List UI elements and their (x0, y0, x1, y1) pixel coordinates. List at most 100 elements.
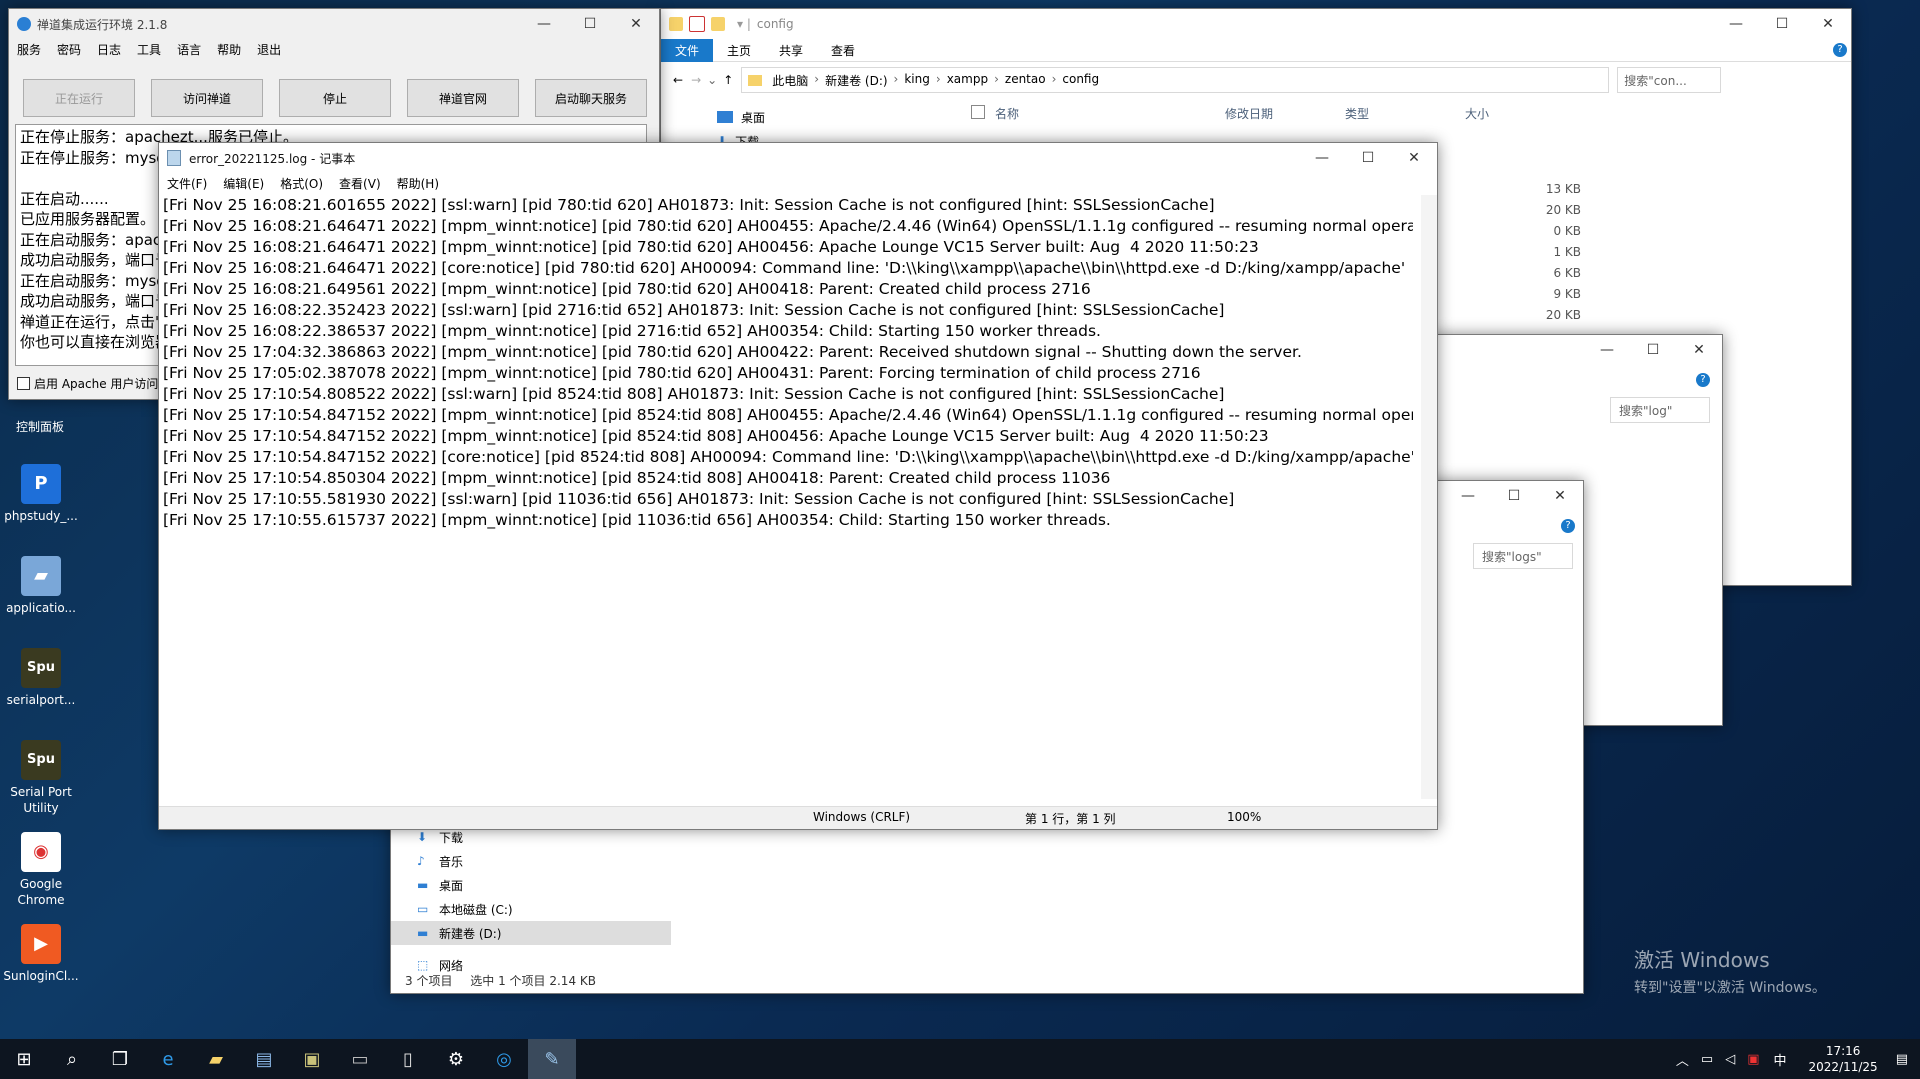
maximize-button[interactable]: ☐ (1759, 9, 1805, 39)
visit-zentao-button[interactable]: 访问禅道 (151, 79, 263, 117)
help-icon[interactable]: ? (1833, 43, 1847, 57)
chevron-right-icon: › (1051, 71, 1057, 86)
help-icon[interactable]: ? (1696, 373, 1710, 387)
app-icon[interactable]: ▣ (288, 1039, 336, 1079)
notepad-icon[interactable]: ✎ (528, 1039, 576, 1079)
address-bar[interactable]: 此电脑 › 新建卷 (D:) › king › xampp › zentao › config (741, 67, 1610, 93)
desktop-shortcut[interactable]: Spu serialport... (0, 648, 82, 708)
checkbox[interactable] (17, 377, 30, 390)
tab-share[interactable]: 共享 (765, 39, 817, 62)
terminal-icon[interactable]: ▯ (384, 1039, 432, 1079)
menu-item[interactable]: 语言 (169, 39, 209, 60)
desktop-shortcut[interactable]: Spu Serial Port Utility (0, 740, 82, 816)
search-input[interactable]: 搜索"log" (1610, 397, 1710, 423)
breadcrumb-item[interactable]: config (1062, 72, 1099, 89)
breadcrumb-item[interactable]: xampp (947, 72, 988, 89)
properties-icon[interactable] (689, 16, 705, 32)
apache-user-access-option[interactable]: 启用 Apache 用户访问 (17, 375, 158, 392)
search-input[interactable]: 搜索"logs" (1473, 543, 1573, 569)
tab-view[interactable]: 查看 (817, 39, 869, 62)
task-view-icon[interactable]: ❐ (96, 1039, 144, 1079)
shortcut-label: SunloginCl... (3, 969, 79, 983)
menu-item[interactable]: 编辑(E) (215, 173, 272, 194)
breadcrumb-item[interactable]: king (904, 72, 930, 89)
close-button[interactable]: ✕ (1391, 143, 1437, 173)
menu-item[interactable]: 工具 (129, 39, 169, 60)
breadcrumb-item[interactable]: zentao (1005, 72, 1046, 89)
column-date[interactable]: 修改日期 (1225, 105, 1345, 122)
breadcrumb-item[interactable]: 此电脑 (772, 72, 808, 89)
desktop-shortcut[interactable]: ▶ SunloginCl... (0, 924, 82, 984)
select-all-checkbox[interactable] (971, 105, 985, 119)
close-button[interactable]: ✕ (1805, 9, 1851, 39)
explorer-config-titlebar[interactable]: ▾ | config — ☐ ✕ (661, 9, 1851, 39)
desktop-control-panel-label[interactable]: 控制面板 (16, 418, 64, 435)
recent-icon[interactable]: ⌄ (707, 73, 717, 87)
maximize-button[interactable]: ☐ (1345, 143, 1391, 173)
minimize-button[interactable]: — (1713, 9, 1759, 39)
menu-item[interactable]: 退出 (249, 39, 289, 60)
notification-icon[interactable]: ▤ (1896, 1052, 1908, 1067)
column-name[interactable]: 名称 (995, 105, 1225, 122)
menu-item[interactable]: 密码 (49, 39, 89, 60)
tab-file[interactable]: 文件 (661, 38, 714, 62)
minimize-button[interactable]: — (1299, 143, 1345, 173)
desktop-shortcut[interactable]: Pphpstudy_... (0, 464, 82, 524)
clock[interactable]: 17:16 2022/11/25 (1809, 1043, 1878, 1075)
menu-item[interactable]: 查看(V) (331, 173, 389, 194)
nav-item[interactable]: ▭ 本地磁盘 (C:) (391, 897, 671, 921)
nav-desktop[interactable]: 桌面 (691, 105, 765, 129)
back-icon[interactable]: ← (673, 73, 683, 87)
breadcrumb-item[interactable]: 新建卷 (D:) (825, 72, 887, 89)
vertical-scrollbar[interactable] (1421, 195, 1437, 799)
running-button[interactable]: 正在运行 (23, 79, 135, 117)
start-icon[interactable]: ⊞ (0, 1039, 48, 1079)
volume-icon[interactable]: ◁ (1725, 1052, 1735, 1067)
tray-expand-icon[interactable]: ︿ (1676, 1050, 1689, 1069)
search-input[interactable]: 搜索"con... (1617, 67, 1722, 93)
nav-item[interactable]: ♪ 音乐 (391, 849, 671, 873)
network-icon[interactable]: ▭ (1701, 1052, 1713, 1067)
close-button[interactable]: ✕ (1537, 481, 1583, 511)
log-line: [Fri Nov 25 17:10:54.847152 2022] [mpm_w… (163, 406, 1413, 424)
menu-item[interactable]: 格式(O) (272, 173, 331, 194)
maximize-button[interactable]: ☐ (1491, 481, 1537, 511)
column-size[interactable]: 大小 (1465, 105, 1545, 122)
up-icon[interactable]: ↑ (723, 73, 733, 87)
help-icon[interactable]: ? (1561, 519, 1575, 533)
menu-item[interactable]: 日志 (89, 39, 129, 60)
new-folder-icon[interactable] (711, 17, 725, 31)
menu-item[interactable]: 服务 (9, 39, 49, 60)
maximize-button[interactable]: ☐ (1630, 335, 1676, 365)
settings-icon[interactable]: ⚙ (432, 1039, 480, 1079)
app-icon[interactable]: ▭ (336, 1039, 384, 1079)
nav-item[interactable]: ▬ 桌面 (391, 873, 671, 897)
menu-item[interactable]: 文件(F) (159, 173, 215, 194)
tab-home[interactable]: 主页 (713, 39, 765, 62)
stop-button[interactable]: 停止 (279, 79, 391, 117)
zentao-site-button[interactable]: 禅道官网 (407, 79, 519, 117)
maximize-button[interactable]: ☐ (567, 9, 613, 39)
column-type[interactable]: 类型 (1345, 105, 1465, 122)
ie-icon[interactable]: e (144, 1039, 192, 1079)
close-button[interactable]: ✕ (613, 9, 659, 39)
minimize-button[interactable]: — (1445, 481, 1491, 511)
forward-icon[interactable]: → (691, 73, 701, 87)
desktop-icon: ▬ (417, 878, 429, 892)
file-explorer-icon[interactable]: ▰ (192, 1039, 240, 1079)
search-icon[interactable]: ⌕ (48, 1039, 96, 1079)
start-chat-button[interactable]: 启动聊天服务 (535, 79, 647, 117)
close-button[interactable]: ✕ (1676, 335, 1722, 365)
menu-item[interactable]: 帮助(H) (389, 173, 447, 194)
ime-indicator[interactable]: 中 (1774, 1050, 1787, 1069)
nav-item[interactable]: ▬ 新建卷 (D:) (391, 921, 671, 945)
server-manager-icon[interactable]: ▤ (240, 1039, 288, 1079)
security-icon[interactable]: ▣ (1747, 1052, 1759, 1067)
menu-item[interactable]: 帮助 (209, 39, 249, 60)
text-area[interactable]: [Fri Nov 25 16:08:21.601655 2022] [ssl:w… (163, 195, 1413, 799)
zentao-icon[interactable]: ◎ (480, 1039, 528, 1079)
minimize-button[interactable]: — (1584, 335, 1630, 365)
desktop-shortcut[interactable]: ◉ Google Chrome (0, 832, 82, 908)
minimize-button[interactable]: — (521, 9, 567, 39)
desktop-shortcut[interactable]: ▰ applicatio... (0, 556, 82, 616)
